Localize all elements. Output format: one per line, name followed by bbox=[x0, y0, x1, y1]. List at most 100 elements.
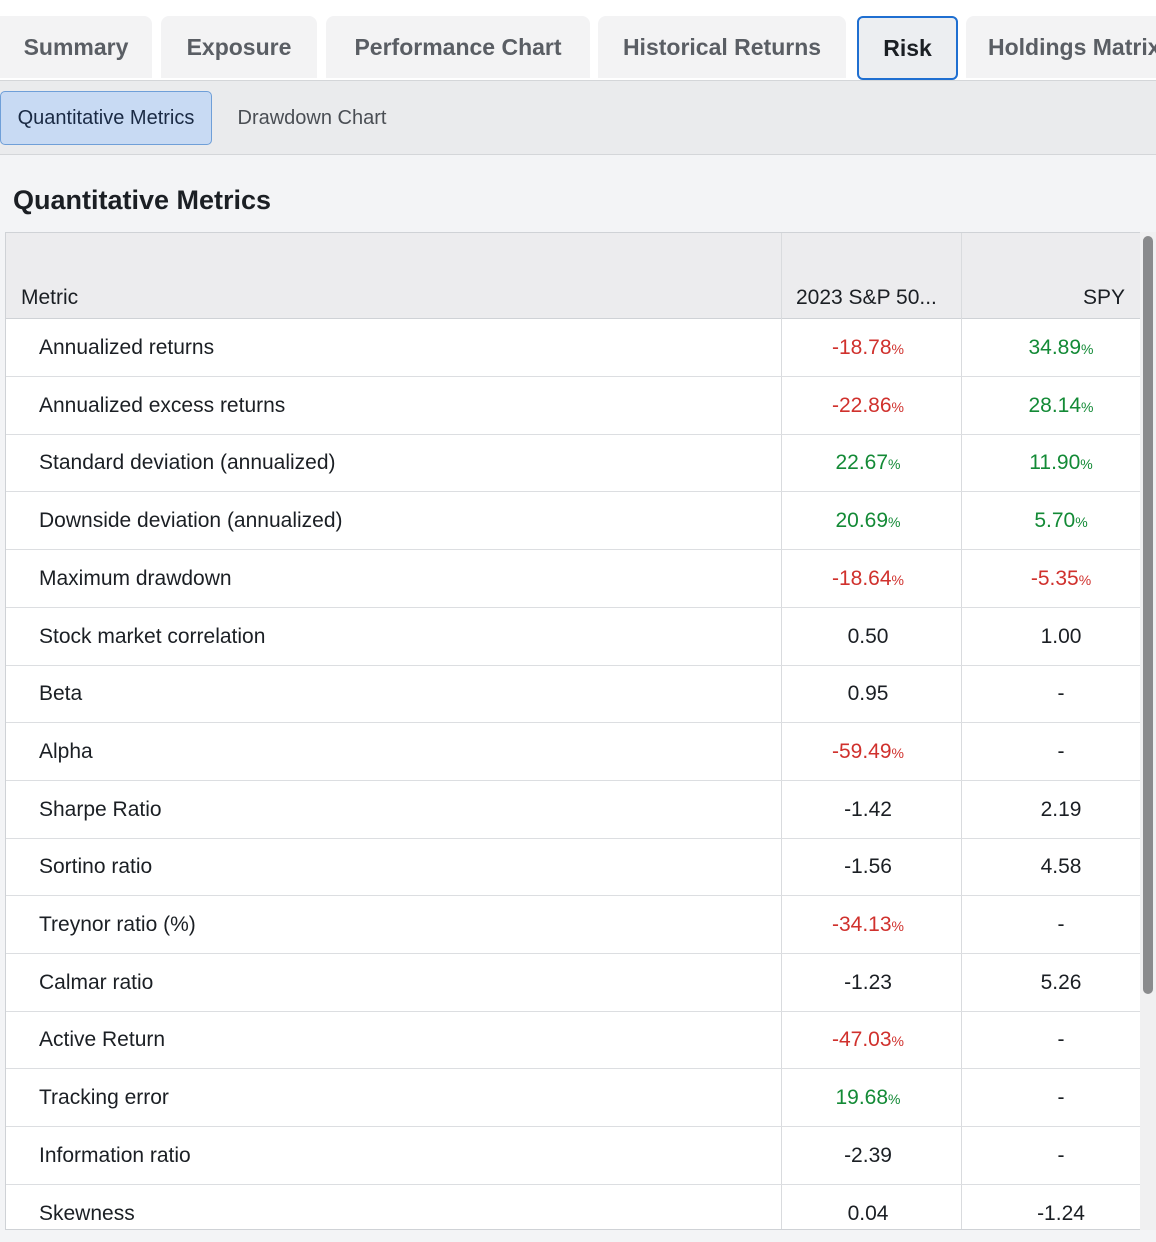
spy-value: - bbox=[971, 1127, 1151, 1185]
spy-value: - bbox=[971, 665, 1151, 723]
table-row: Standard deviation (annualized) 22.67% 11.… bbox=[6, 434, 1140, 493]
header-spy[interactable]: SPY bbox=[1083, 286, 1125, 310]
table-row: Sharpe Ratio -1.42 2.19 bbox=[6, 781, 1140, 839]
tab-performance-chart-label: Performance Chart bbox=[354, 33, 562, 60]
portfolio-value: 20.69% bbox=[753, 492, 983, 550]
table-row: Downside deviation (annualized) 20.69% 5.7… bbox=[6, 492, 1140, 551]
tab-performance-chart[interactable]: Performance Chart bbox=[326, 16, 590, 78]
section-title: Quantitative Metrics bbox=[13, 185, 272, 215]
percent-suffix: % bbox=[891, 341, 904, 357]
value-number: 5.26 bbox=[1040, 970, 1082, 994]
value-number: -22.86 bbox=[832, 393, 892, 417]
table-row: Information ratio -2.39 - bbox=[6, 1127, 1140, 1185]
portfolio-value: -1.23 bbox=[753, 954, 983, 1012]
value-number: -2.39 bbox=[844, 1143, 892, 1167]
table-row: Treynor ratio (%) -34.13% - bbox=[6, 896, 1140, 954]
value-number: -59.49 bbox=[832, 739, 892, 763]
table-row: Skewness 0.04 -1.24 bbox=[6, 1185, 1140, 1230]
percent-suffix: % bbox=[1075, 514, 1088, 531]
tab-historical-returns-label: Historical Returns bbox=[622, 33, 822, 60]
tab-summary[interactable]: Summary bbox=[0, 16, 152, 78]
spy-value: 4.58 bbox=[971, 838, 1151, 896]
spy-value: 11.90% bbox=[971, 434, 1151, 492]
metric-name: Standard deviation (annualized) bbox=[39, 451, 336, 475]
subtab-quantitative-metrics[interactable]: Quantitative Metrics bbox=[0, 91, 212, 145]
table-row: Stock market correlation 0.50 1.00 bbox=[6, 608, 1140, 666]
value-number: 5.70 bbox=[1034, 509, 1076, 533]
percent-suffix: % bbox=[891, 398, 904, 415]
value-number: -1.23 bbox=[844, 970, 892, 994]
spy-value: 34.89% bbox=[971, 319, 1151, 377]
value-number: -18.78 bbox=[832, 336, 892, 359]
metric-name: Active Return bbox=[39, 1028, 166, 1052]
tab-holdings-matrix[interactable]: Holdings Matrix bbox=[966, 16, 1156, 78]
spy-value: 1.00 bbox=[971, 608, 1151, 666]
metric-name: Tracking error bbox=[39, 1086, 169, 1110]
tab-historical-returns[interactable]: Historical Returns bbox=[598, 16, 846, 78]
spy-value: - bbox=[971, 723, 1151, 781]
value-number: 11.90 bbox=[1029, 451, 1081, 475]
value-number: -47.03 bbox=[832, 1028, 892, 1052]
value-number: -5.35 bbox=[1030, 566, 1079, 590]
value-number: 0.04 bbox=[847, 1201, 889, 1225]
spy-value: 5.26 bbox=[971, 954, 1151, 1012]
table-row: Maximum drawdown -18.64% -5.35% bbox=[6, 550, 1140, 608]
spy-value: -1.24 bbox=[971, 1185, 1151, 1230]
tab-risk-label: Risk bbox=[883, 34, 932, 61]
table-row: Active Return -47.03% - bbox=[6, 1011, 1140, 1070]
subtab-quantitative-metrics-label: Quantitative Metrics bbox=[17, 106, 195, 129]
metric-name: Annualized returns bbox=[39, 336, 215, 359]
value-number: 34.89 bbox=[1028, 336, 1082, 359]
header-metric[interactable]: Metric bbox=[21, 286, 78, 310]
value-number: -34.13 bbox=[832, 913, 892, 936]
header-portfolio[interactable]: 2023 S&P 50... bbox=[796, 286, 937, 310]
percent-suffix: % bbox=[888, 456, 901, 473]
tab-exposure[interactable]: Exposure bbox=[161, 16, 317, 78]
spy-value: - bbox=[971, 896, 1151, 954]
spy-value: 28.14% bbox=[971, 377, 1151, 435]
value-number: - bbox=[1057, 913, 1065, 936]
value-number: - bbox=[1057, 1143, 1065, 1167]
tab-exposure-label: Exposure bbox=[186, 33, 292, 60]
subtab-drawdown-chart[interactable]: Drawdown Chart bbox=[220, 91, 404, 145]
value-number: - bbox=[1057, 1086, 1065, 1110]
value-number: 20.69 bbox=[835, 509, 889, 533]
page-bottom bbox=[0, 1230, 1156, 1242]
portfolio-value: 0.95 bbox=[753, 665, 983, 723]
percent-suffix: % bbox=[1081, 398, 1094, 415]
tab-summary-label: Summary bbox=[23, 33, 129, 60]
spy-value: 2.19 bbox=[971, 781, 1151, 839]
spy-value: - bbox=[971, 1069, 1151, 1127]
table-row: Annualized excess returns -22.86% 28.14% bbox=[6, 377, 1140, 435]
table-row: Tracking error 19.68% - bbox=[6, 1069, 1140, 1128]
metric-name: Sortino ratio bbox=[39, 855, 153, 879]
percent-suffix: % bbox=[1078, 571, 1092, 588]
metric-name: Calmar ratio bbox=[39, 970, 154, 994]
metric-name: Information ratio bbox=[39, 1143, 191, 1167]
value-number: 4.58 bbox=[1040, 855, 1082, 879]
percent-suffix: % bbox=[888, 1091, 901, 1108]
percent-suffix: % bbox=[891, 1033, 904, 1050]
table-row: Calmar ratio -1.23 5.26 bbox=[6, 954, 1140, 1012]
metric-name: Treynor ratio (%) bbox=[39, 913, 196, 936]
value-number: -1.42 bbox=[844, 797, 892, 821]
spy-value: - bbox=[971, 1011, 1151, 1069]
percent-suffix: % bbox=[891, 744, 904, 761]
value-number: 19.68 bbox=[835, 1086, 889, 1110]
metric-name: Stock market correlation bbox=[39, 624, 266, 648]
metric-name: Skewness bbox=[39, 1201, 135, 1225]
percent-suffix: % bbox=[891, 918, 904, 934]
table-header: Metric 2023 S&P 50... SPY bbox=[6, 233, 1140, 319]
value-number: 0.95 bbox=[847, 682, 889, 706]
portfolio-value: -34.13% bbox=[753, 896, 983, 954]
metric-name: Sharpe Ratio bbox=[39, 797, 162, 821]
tab-risk[interactable]: Risk bbox=[857, 16, 958, 80]
scrollbar-thumb[interactable] bbox=[1143, 236, 1153, 994]
portfolio-value: -59.49% bbox=[753, 723, 983, 781]
metric-name: Annualized excess returns bbox=[39, 393, 286, 417]
portfolio-value: -18.78% bbox=[753, 319, 983, 377]
spy-value: -5.35% bbox=[971, 550, 1151, 608]
value-number: -18.64 bbox=[832, 566, 892, 590]
table-row: Sortino ratio -1.56 4.58 bbox=[6, 838, 1140, 897]
main-tab-bar: Summary Exposure Performance Chart Histo… bbox=[0, 0, 1156, 80]
